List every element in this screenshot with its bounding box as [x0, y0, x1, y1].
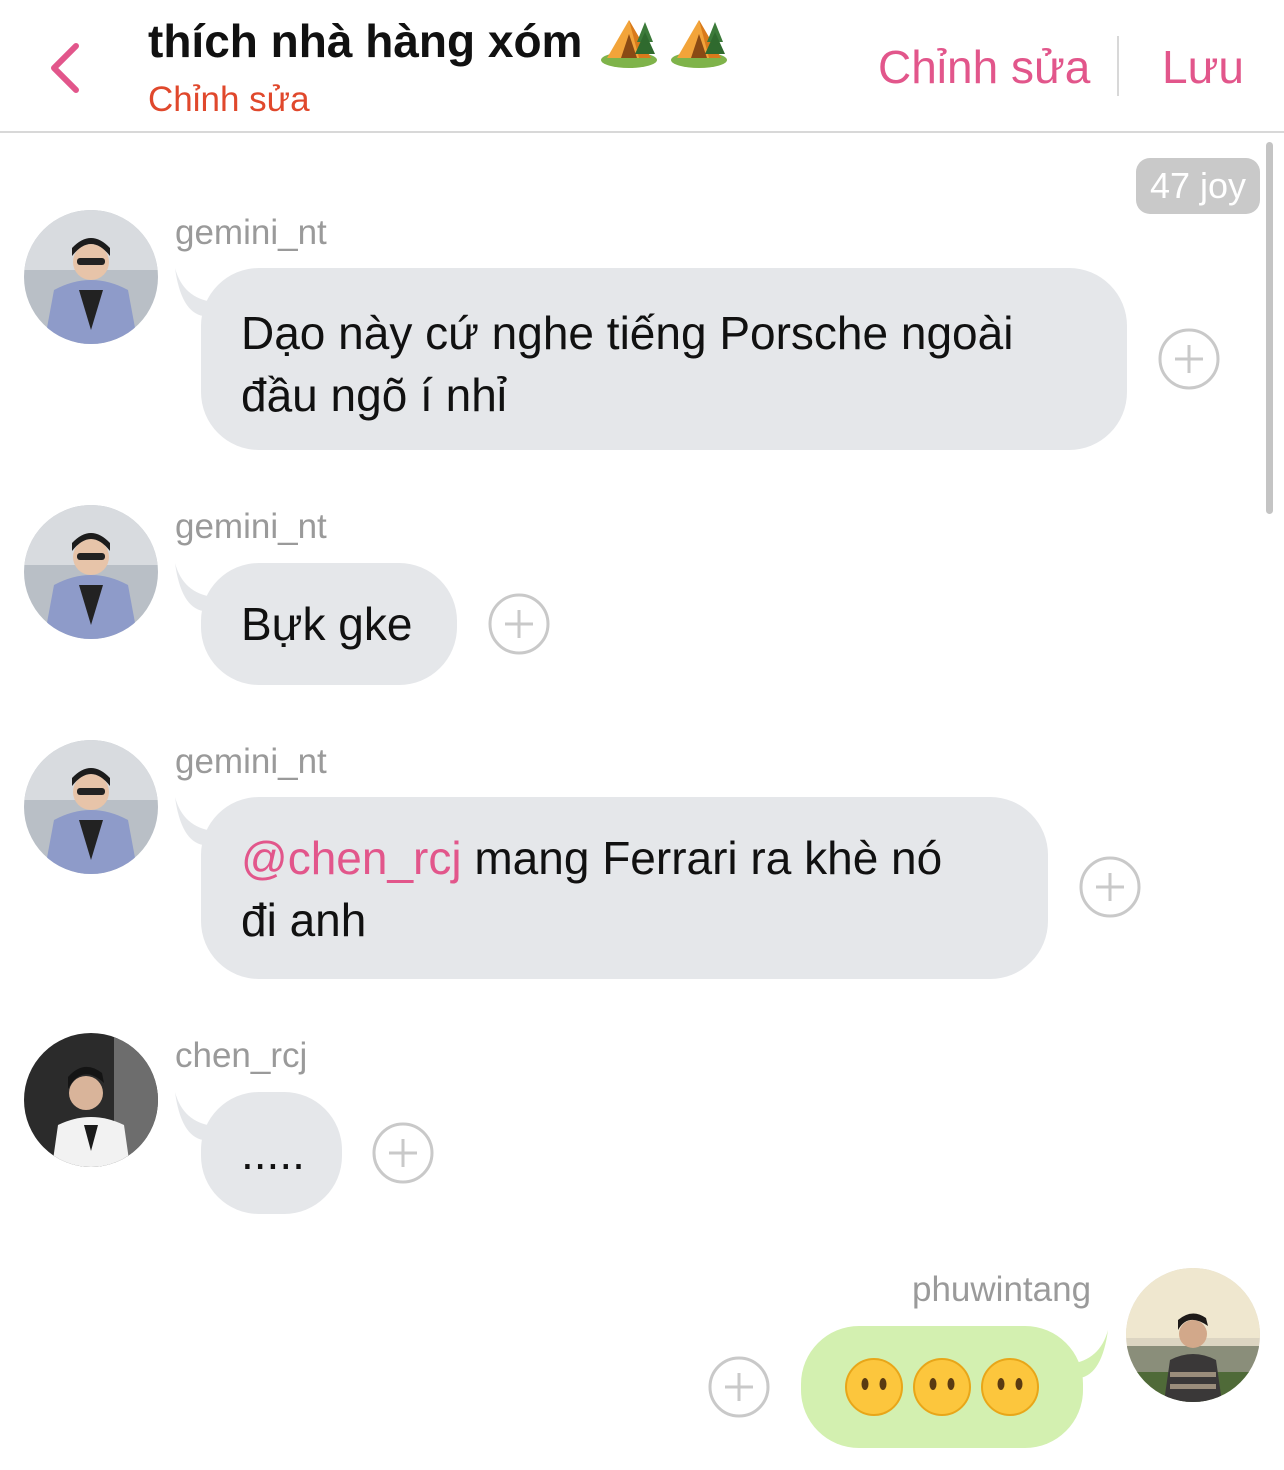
message-text-line: đi anh — [241, 894, 367, 946]
message-text-line: Dạo này cứ nghe tiếng Porsche ngoài — [241, 307, 1014, 359]
message-bubble[interactable]: Bựk gke — [201, 563, 457, 685]
chat-header: thích nhà hàng xóm Chỉnh sửa Chỉnh sửa L… — [0, 0, 1284, 133]
title-emoji-group — [598, 12, 730, 70]
chat-subtitle-edit-link[interactable]: Chỉnh sửa — [148, 80, 310, 120]
avatar-phuwintang[interactable] — [1126, 1268, 1260, 1402]
avatar-gemini-nt[interactable] — [24, 505, 158, 639]
face-without-mouth-icon — [845, 1358, 903, 1416]
back-chevron-icon[interactable] — [40, 38, 90, 98]
message-text: Bựk gke — [241, 598, 413, 650]
user-mention-link[interactable]: @chen_rcj — [241, 832, 462, 884]
joy-badge: 47 joy — [1136, 158, 1260, 214]
message-bubble-outgoing[interactable] — [801, 1326, 1083, 1448]
chat-title-text: thích nhà hàng xóm — [148, 15, 583, 67]
message-username: gemini_nt — [175, 742, 327, 781]
emoji-row — [801, 1326, 1083, 1448]
camping-tent-icon — [601, 20, 658, 68]
message-bubble[interactable]: @chen_rcj mang Ferrari ra khè nó đi anh — [201, 797, 1048, 979]
face-without-mouth-icon — [913, 1358, 971, 1416]
add-reaction-icon[interactable] — [1079, 856, 1141, 918]
avatar-photo — [24, 1033, 158, 1167]
edit-button[interactable]: Chỉnh sửa — [878, 40, 1090, 94]
add-reaction-icon[interactable] — [372, 1122, 434, 1184]
camping-tent-icon — [671, 20, 728, 68]
message-username: gemini_nt — [175, 213, 327, 252]
message-username: phuwintang — [912, 1270, 1092, 1309]
add-reaction-icon[interactable] — [708, 1356, 770, 1418]
avatar-photo — [24, 505, 158, 639]
save-button[interactable]: Lưu — [1162, 40, 1244, 94]
message-text: ..... — [241, 1127, 305, 1179]
chat-title: thích nhà hàng xóm — [148, 12, 730, 70]
message-text-line: @chen_rcj mang Ferrari ra khè nó — [241, 827, 1008, 889]
scrollbar[interactable] — [1266, 142, 1273, 514]
face-without-mouth-icon — [981, 1358, 1039, 1416]
message-text-rest: mang Ferrari ra khè nó — [461, 832, 943, 884]
avatar-photo — [1126, 1268, 1260, 1402]
message-bubble[interactable]: ..... — [201, 1092, 342, 1214]
message-username: chen_rcj — [175, 1036, 308, 1075]
avatar-chen-rcj[interactable] — [24, 1033, 158, 1167]
add-reaction-icon[interactable] — [1158, 328, 1220, 390]
avatar-photo — [24, 210, 158, 344]
avatar-gemini-nt[interactable] — [24, 740, 158, 874]
avatar-photo — [24, 740, 158, 874]
add-reaction-icon[interactable] — [488, 593, 550, 655]
header-divider — [1117, 36, 1119, 96]
message-bubble[interactable]: Dạo này cứ nghe tiếng Porsche ngoài đầu … — [201, 268, 1127, 450]
avatar-gemini-nt[interactable] — [24, 210, 158, 344]
message-username: gemini_nt — [175, 507, 327, 546]
message-text-line: đầu ngõ í nhỉ — [241, 369, 508, 421]
